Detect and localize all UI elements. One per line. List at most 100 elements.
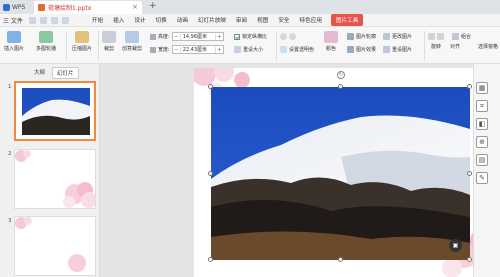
- rotate-button[interactable]: 旋转: [431, 43, 441, 50]
- width-increment[interactable]: +: [214, 46, 223, 53]
- wps-logo-icon: [3, 3, 10, 11]
- menu-home[interactable]: 开始: [87, 16, 108, 24]
- slide-thumbnail-2[interactable]: [14, 149, 96, 209]
- height-value[interactable]: 14.96厘米: [181, 33, 215, 40]
- mountain-photo: [211, 87, 470, 260]
- combine-button[interactable]: 组合: [452, 33, 471, 40]
- rotate-handle-icon[interactable]: ↻: [337, 71, 345, 79]
- width-stepper[interactable]: − 22.43厘米 +: [171, 45, 224, 54]
- change-picture-label: 更改图片: [392, 34, 413, 40]
- menu-design[interactable]: 设计: [129, 16, 150, 24]
- resize-handle-bottom-right[interactable]: [467, 257, 472, 262]
- wps-home-tab[interactable]: WPS: [0, 0, 34, 14]
- panel-tabs: 大纲 幻灯片: [30, 67, 79, 79]
- layout-icon[interactable]: ▦: [476, 82, 488, 94]
- format-icon[interactable]: ▤: [476, 154, 488, 166]
- height-decrement[interactable]: −: [173, 33, 181, 40]
- right-toolbar: [473, 64, 500, 277]
- picture-effects-icon: [347, 46, 354, 53]
- file-menu-label: 三 文件: [3, 17, 23, 25]
- lock-ratio-checkbox[interactable]: 锁定纵横比: [234, 33, 267, 40]
- height-increment[interactable]: +: [214, 33, 223, 40]
- crop-icon: [102, 31, 116, 43]
- document-tab[interactable]: 荷塘绘制1.pptx ×: [34, 1, 142, 14]
- adjust-icon[interactable]: ◧: [476, 118, 488, 130]
- resize-handle-bottom[interactable]: [338, 257, 343, 262]
- ribbon-divider: [424, 31, 425, 60]
- align-button[interactable]: 对齐: [450, 43, 460, 50]
- print-icon[interactable]: [39, 16, 47, 24]
- menu-insert[interactable]: 插入: [108, 16, 129, 24]
- contrast-icon[interactable]: [289, 33, 296, 40]
- menu-special-apps[interactable]: 特色应用: [295, 16, 327, 24]
- resize-handle-top-left[interactable]: [208, 84, 213, 89]
- width-value[interactable]: 22.43厘米: [181, 46, 215, 53]
- tab-slides[interactable]: 幻灯片: [52, 67, 79, 79]
- slide-number: 3: [8, 218, 12, 224]
- multi-picture-label: 多图轮播: [36, 46, 57, 52]
- combine-icon: [452, 33, 459, 40]
- menu-animation[interactable]: 动画: [172, 16, 193, 24]
- reset-size-button[interactable]: 重设大小: [234, 46, 263, 53]
- slide-thumbnail-3[interactable]: [14, 216, 96, 276]
- color-button[interactable]: 颜色: [324, 31, 338, 52]
- color-icon: [324, 31, 338, 43]
- checkbox-icon: [234, 33, 240, 40]
- set-transparent-button[interactable]: 设置透明色: [280, 46, 314, 53]
- resize-handle-top[interactable]: [338, 84, 343, 89]
- combine-label: 组合: [461, 34, 472, 40]
- picture-outline-label: 图片轮廓: [356, 34, 377, 40]
- slide-number: 2: [8, 151, 12, 157]
- menu-view[interactable]: 视图: [252, 16, 273, 24]
- menu-slideshow[interactable]: 幻灯片放映: [193, 16, 231, 24]
- creative-crop-button[interactable]: 创意裁剪: [122, 31, 142, 52]
- width-label: 宽度:: [158, 47, 170, 53]
- zoom-icon[interactable]: ⊕: [476, 136, 488, 148]
- file-menu[interactable]: 三 文件: [0, 16, 27, 25]
- transparent-color-icon: [280, 46, 287, 53]
- undo-icon[interactable]: [50, 16, 58, 24]
- color-label: 颜色: [325, 46, 336, 52]
- menu-picture-tools[interactable]: 图片工具: [330, 14, 364, 26]
- resize-handle-right[interactable]: [467, 171, 472, 176]
- picture-effects-button[interactable]: 图片效果: [347, 46, 376, 53]
- crop-button[interactable]: 裁剪: [102, 31, 116, 52]
- selected-picture[interactable]: [211, 87, 470, 260]
- picture-outline-button[interactable]: 图片轮廓: [347, 33, 376, 40]
- wps-tab-label: WPS: [12, 3, 26, 11]
- insert-picture-button[interactable]: 插入图片: [4, 31, 24, 52]
- picture-outline-icon: [347, 33, 354, 40]
- adjust-buttons: [280, 33, 296, 40]
- compress-picture-button[interactable]: 压缩图片: [72, 31, 92, 52]
- menu-transitions[interactable]: 切换: [151, 16, 172, 24]
- set-transparent-label: 设置透明色: [289, 47, 315, 53]
- selection-pane-button[interactable]: 选择窗格: [478, 43, 498, 50]
- tab-outline[interactable]: 大纲: [30, 67, 49, 79]
- resize-handle-left[interactable]: [208, 171, 213, 176]
- pptx-file-icon: [38, 4, 45, 11]
- height-stepper[interactable]: − 14.96厘米 +: [171, 32, 224, 41]
- change-picture-button[interactable]: 更改图片: [383, 33, 412, 40]
- resize-handle-bottom-left[interactable]: [208, 257, 213, 262]
- ribbon-divider: [276, 31, 277, 60]
- multi-picture-button[interactable]: 多图轮播: [36, 31, 56, 52]
- reset-picture-button[interactable]: 重设图片: [383, 46, 412, 53]
- brightness-icon[interactable]: [280, 33, 287, 40]
- crop-tool-icon[interactable]: ⌗: [476, 100, 488, 112]
- menu-review[interactable]: 审阅: [231, 16, 252, 24]
- redo-icon[interactable]: [61, 16, 69, 24]
- height-label: 高度:: [158, 34, 170, 40]
- menu-security[interactable]: 安全: [273, 16, 294, 24]
- edit-icon[interactable]: ✎: [476, 172, 488, 184]
- floral-decoration: [15, 217, 86, 272]
- picture-tool-icon[interactable]: ▣: [449, 239, 462, 252]
- new-tab-icon[interactable]: +: [149, 1, 157, 11]
- ribbon-divider: [66, 31, 67, 60]
- resize-handle-top-right[interactable]: [467, 84, 472, 89]
- bring-forward-icon[interactable]: [428, 33, 435, 40]
- send-backward-icon[interactable]: [437, 33, 444, 40]
- close-tab-icon[interactable]: ×: [132, 3, 138, 11]
- width-decrement[interactable]: −: [173, 46, 181, 53]
- save-icon[interactable]: [28, 16, 36, 24]
- slide-thumbnail-1[interactable]: [14, 81, 96, 141]
